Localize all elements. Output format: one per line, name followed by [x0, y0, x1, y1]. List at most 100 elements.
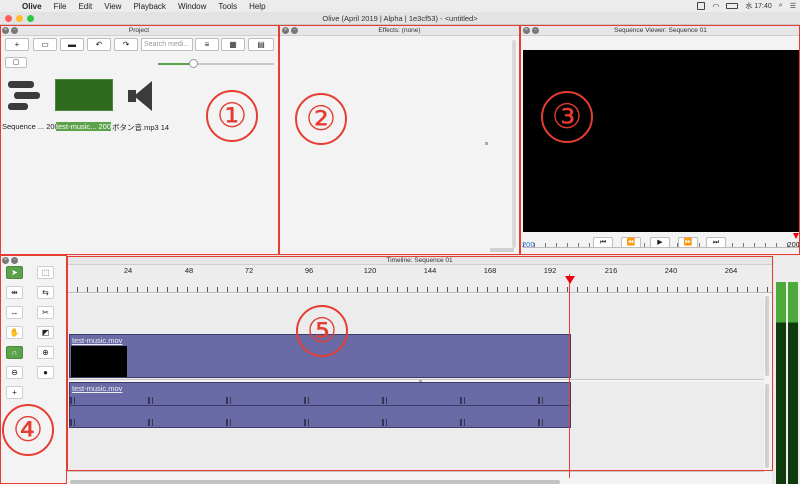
minimize-window-button[interactable]	[16, 15, 23, 22]
viewer-panel-header: × ◦ Sequence Viewer: Sequence 01	[521, 26, 800, 36]
transition-tool-button[interactable]: ◩	[37, 326, 54, 339]
annotation-number-3: ③	[541, 91, 593, 143]
menu-playback[interactable]: Playback	[133, 2, 165, 11]
wifi-icon[interactable]: ◠	[712, 2, 719, 11]
audio-waveform-left	[70, 397, 570, 404]
project-panel-title: Project	[128, 27, 150, 34]
redo-button[interactable]: ↷	[114, 38, 138, 51]
effects-resize-handle[interactable]	[485, 142, 488, 145]
zoom-slider-fill	[158, 63, 193, 65]
close-panel-icon[interactable]: ×	[2, 257, 9, 264]
rewind-button[interactable]: ⏪	[621, 237, 641, 248]
audio-meter-right-channel	[788, 282, 798, 484]
effects-hscroll[interactable]	[490, 248, 514, 252]
up-folder-button[interactable]: ▢	[5, 57, 27, 68]
zoom-out-button[interactable]: ⊖	[6, 366, 23, 379]
annotation-number-1: ①	[206, 90, 258, 142]
project-item-label[interactable]: ボタン音.mp3 14	[112, 122, 169, 133]
float-panel-icon[interactable]: ◦	[11, 257, 18, 264]
float-panel-icon[interactable]: ◦	[532, 27, 539, 34]
zoom-slider[interactable]	[158, 59, 274, 68]
icon-view-button[interactable]: ▦	[221, 38, 245, 51]
play-button[interactable]: ▶	[650, 237, 670, 248]
ruler-tick-label: 120	[363, 266, 377, 275]
status-area: ◠ 水 17:40 ⌕ ☰	[697, 0, 796, 12]
project-item-label[interactable]: Sequence ... 200	[2, 122, 59, 131]
annotation-number-2: ②	[295, 93, 347, 145]
zoom-window-button[interactable]	[27, 15, 34, 22]
undo-button[interactable]: ↶	[87, 38, 111, 51]
viewer-end-timecode: 200	[787, 240, 800, 249]
ruler-tick-label: 216	[604, 266, 618, 275]
menu-tools[interactable]: Tools	[218, 2, 237, 11]
audio-waveform-right	[70, 419, 570, 426]
close-panel-icon[interactable]: ×	[523, 27, 530, 34]
control-center-icon[interactable]: ☰	[790, 2, 796, 10]
save-project-button[interactable]: ▬	[60, 38, 84, 51]
pointer-tool-button[interactable]: ➤	[6, 266, 23, 279]
snapping-toggle-button[interactable]: ∩	[6, 346, 23, 359]
traffic-lights	[5, 15, 34, 22]
audio-clip-name: test-music.mov	[72, 384, 123, 393]
search-input[interactable]: Search medi...	[141, 38, 193, 51]
ripple-tool-button[interactable]: ⇆	[37, 286, 54, 299]
ruler-tick-label: 240	[664, 266, 678, 275]
go-to-end-button[interactable]: ⏭	[706, 237, 726, 248]
hand-tool-button[interactable]: ✋	[6, 326, 23, 339]
window-title: Olive (April 2019 | Alpha | 1e3cf53) - <…	[322, 14, 478, 23]
window-titlebar: Olive (April 2019 | Alpha | 1e3cf53) - <…	[0, 12, 800, 25]
menu-file[interactable]: File	[54, 2, 67, 11]
edit-tool-button[interactable]: ⇹	[6, 286, 23, 299]
effects-panel-header: × ◦ Effects: (none)	[280, 26, 519, 36]
go-to-start-button[interactable]: ⏮	[593, 237, 613, 248]
menu-help[interactable]: Help	[249, 2, 265, 11]
ruler-tick-label: 168	[483, 266, 497, 275]
open-project-button[interactable]: ▭	[33, 38, 57, 51]
battery-icon[interactable]	[726, 3, 739, 9]
menu-window[interactable]: Window	[178, 2, 206, 11]
video-thumbnail[interactable]	[55, 79, 113, 111]
speaker-icon[interactable]	[128, 81, 154, 111]
timeline-vscroll-bottom[interactable]	[765, 384, 769, 468]
status-app-icon[interactable]	[697, 2, 706, 10]
close-panel-icon[interactable]: ×	[282, 27, 289, 34]
viewer-playhead[interactable]	[793, 233, 799, 239]
clock[interactable]: 水 17:40	[745, 1, 771, 11]
zoom-in-button[interactable]: ⊕	[37, 346, 54, 359]
timeline-panel-header: Timeline: Sequence 01	[67, 256, 772, 265]
close-panel-icon[interactable]: ×	[2, 27, 9, 34]
audio-clip[interactable]: test-music.mov	[69, 382, 571, 428]
effects-scrollbar[interactable]	[512, 40, 516, 248]
menu-app[interactable]: Olive	[22, 2, 42, 11]
tree-view-button[interactable]: ≡	[195, 38, 219, 51]
list-view-button[interactable]: ▤	[248, 38, 274, 51]
float-panel-icon[interactable]: ◦	[291, 27, 298, 34]
zoom-slider-knob[interactable]	[189, 59, 198, 68]
select-range-tool-button[interactable]: ⬚	[37, 266, 54, 279]
roll-tool-button[interactable]: ↔	[6, 306, 23, 319]
ruler-tick-label: 264	[724, 266, 738, 275]
menu-view[interactable]: View	[104, 2, 121, 11]
ruler-tick-label: 144	[423, 266, 437, 275]
viewer-start-timecode: 200	[522, 240, 535, 249]
timeline-panel-title: Timeline: Sequence 01	[386, 257, 453, 264]
razor-tool-button[interactable]: ✂	[37, 306, 54, 319]
record-button[interactable]: ●	[37, 366, 54, 379]
spotlight-icon[interactable]: ⌕	[779, 2, 783, 10]
menu-edit[interactable]: Edit	[78, 2, 92, 11]
project-item-label-selected[interactable]: test-music... 200	[56, 122, 112, 131]
project-panel-header: × ◦ Project	[0, 26, 278, 36]
add-track-button[interactable]: +	[6, 386, 23, 399]
ruler-tick-label: 192	[543, 266, 557, 275]
new-item-button[interactable]: +	[5, 38, 29, 51]
timeline-vscroll-top[interactable]	[765, 296, 769, 376]
effects-panel-title: Effects: (none)	[378, 27, 421, 34]
sequence-icon[interactable]	[8, 78, 40, 114]
timeline-playhead-marker[interactable]	[565, 276, 575, 284]
fast-forward-button[interactable]: ⏩	[678, 237, 698, 248]
timeline-playhead[interactable]	[569, 274, 570, 478]
timeline-hscroll[interactable]	[70, 480, 560, 484]
float-panel-icon[interactable]: ◦	[11, 27, 18, 34]
audio-meter	[774, 256, 800, 484]
close-window-button[interactable]	[5, 15, 12, 22]
